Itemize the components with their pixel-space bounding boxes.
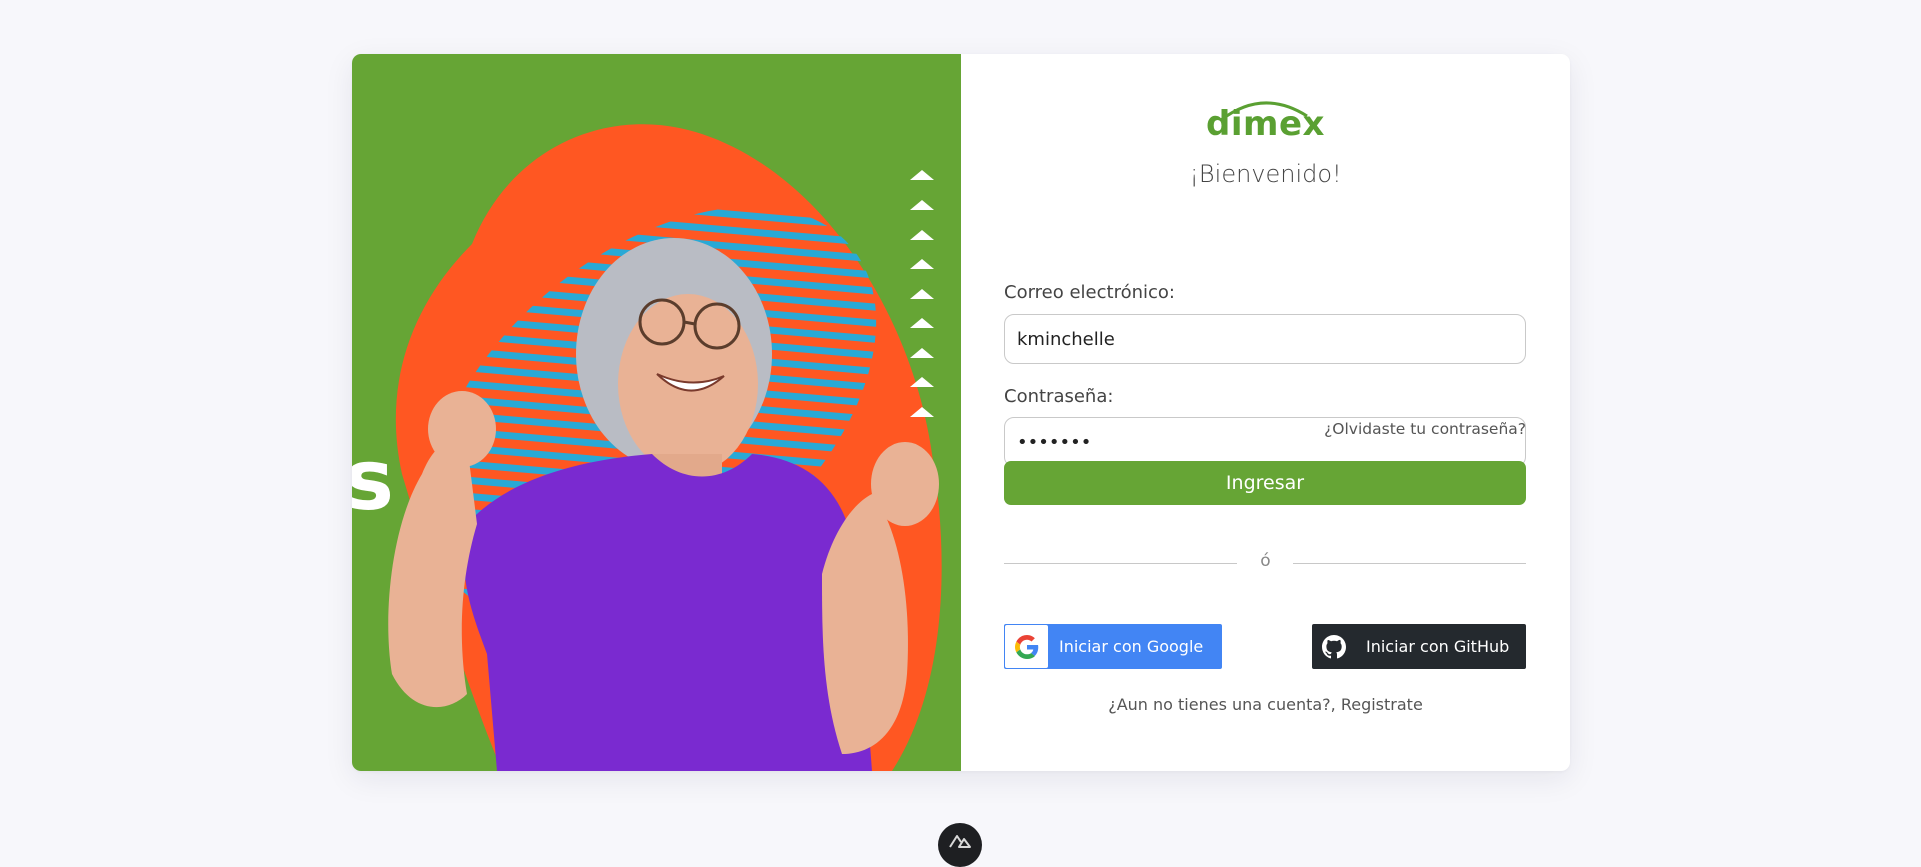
email-field[interactable] — [1004, 314, 1526, 364]
github-login-button[interactable]: Iniciar con GitHub — [1312, 624, 1526, 669]
hero-illustration: s — [352, 124, 942, 771]
nuxt-devtools-button[interactable] — [938, 823, 982, 867]
divider-text: ó — [1260, 551, 1271, 571]
password-label: Contraseña: — [1004, 386, 1114, 407]
register-prompt: ¿Aun no tienes una cuenta?, Registrate — [961, 695, 1570, 714]
welcome-heading: ¡Bienvenido! — [1189, 160, 1342, 188]
register-link[interactable]: Registrate — [1341, 695, 1423, 714]
github-button-label: Iniciar con GitHub — [1366, 637, 1510, 656]
login-button[interactable]: Ingresar — [1004, 461, 1526, 505]
brand-logo: dimex — [961, 96, 1570, 146]
login-form-panel: dimex ¡Bienvenido! Correo electrónico: C… — [961, 54, 1570, 771]
google-button-label: Iniciar con Google — [1059, 637, 1204, 656]
google-login-button[interactable]: Iniciar con Google — [1004, 624, 1222, 669]
logo-arc-icon — [1220, 101, 1308, 122]
login-card: s dimex ¡Bienvenido! Correo electrónico:… — [352, 54, 1570, 771]
forgot-password-link[interactable]: ¿Olvidaste tu contraseña? — [1324, 420, 1526, 438]
google-icon — [1005, 625, 1048, 668]
register-prompt-text: ¿Aun no tienes una cuenta?, — [1108, 695, 1341, 714]
divider-right — [1293, 563, 1526, 564]
left-fist — [428, 391, 496, 467]
right-fist — [871, 442, 939, 526]
email-label: Correo electrónico: — [1004, 282, 1175, 303]
hero-side-text: s — [352, 431, 394, 529]
nuxt-icon — [949, 835, 971, 848]
github-icon — [1322, 634, 1346, 659]
woman-shirt — [463, 454, 872, 771]
hero-image-panel: s — [352, 54, 961, 771]
